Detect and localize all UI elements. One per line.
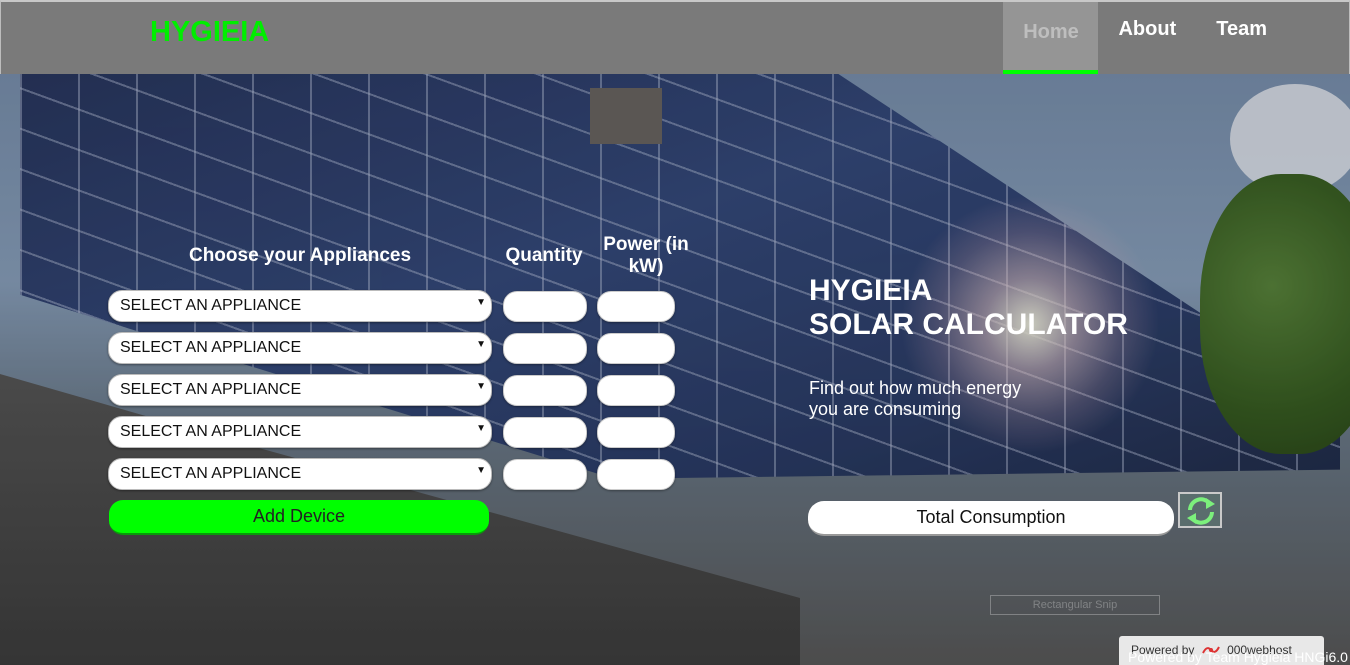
top-navbar: HYGIEIA Home About Team (0, 0, 1350, 74)
brand-logo[interactable]: HYGIEIA (150, 16, 269, 49)
title-line-2: SOLAR CALCULATOR (809, 308, 1128, 341)
footer-credit: Powered by Team Hygieia HNGi6.0 (1128, 649, 1348, 665)
quantity-input[interactable] (503, 417, 587, 448)
dropdown-caret-icon: ▼ (476, 423, 486, 434)
nav-home[interactable]: Home (1003, 2, 1099, 74)
appliance-select[interactable]: SELECT AN APPLIANCE ▼ (108, 290, 492, 322)
appliance-select-value: SELECT AN APPLIANCE (120, 297, 302, 314)
dropdown-caret-icon: ▼ (476, 381, 486, 392)
quantity-input[interactable] (503, 291, 587, 322)
nav-team[interactable]: Team (1196, 2, 1287, 74)
appliance-row: SELECT AN APPLIANCE ▼ (108, 458, 678, 490)
subtitle-line-1: Find out how much energy (809, 378, 1022, 398)
title-line-1: HYGIEIA (809, 274, 933, 307)
nav-about[interactable]: About (1098, 2, 1196, 74)
dropdown-caret-icon: ▼ (476, 465, 486, 476)
appliance-select-value: SELECT AN APPLIANCE (120, 465, 302, 482)
dropdown-caret-icon: ▼ (476, 339, 486, 350)
appliance-select-value: SELECT AN APPLIANCE (120, 339, 302, 356)
power-input[interactable] (597, 417, 675, 448)
appliance-select[interactable]: SELECT AN APPLIANCE ▼ (108, 332, 492, 364)
page-title: HYGIEIA SOLAR CALCULATOR (809, 274, 1128, 342)
nav-links: Home About Team (1003, 2, 1287, 74)
quantity-header: Quantity (505, 245, 583, 266)
appliance-row: SELECT AN APPLIANCE ▼ (108, 290, 678, 322)
appliance-row: SELECT AN APPLIANCE ▼ (108, 374, 678, 406)
appliance-select[interactable]: SELECT AN APPLIANCE ▼ (108, 374, 492, 406)
appliance-row: SELECT AN APPLIANCE ▼ (108, 416, 678, 448)
power-input[interactable] (597, 291, 675, 322)
appliance-select-value: SELECT AN APPLIANCE (120, 423, 302, 440)
snip-watermark: Rectangular Snip (990, 595, 1160, 615)
power-input[interactable] (597, 333, 675, 364)
appliances-header: Choose your Appliances (188, 245, 412, 266)
appliance-row: SELECT AN APPLIANCE ▼ (108, 332, 678, 364)
refresh-button[interactable] (1178, 492, 1222, 528)
total-consumption-button[interactable]: Total Consumption (808, 501, 1174, 536)
power-header: Power (in kW) (603, 234, 689, 277)
add-device-button[interactable]: Add Device (109, 500, 489, 535)
refresh-icon (1187, 497, 1215, 525)
power-input[interactable] (597, 459, 675, 490)
subtitle-line-2: you are consuming (809, 399, 962, 419)
hero-background-image (0, 74, 1350, 665)
page-subtitle: Find out how much energy you are consumi… (809, 378, 1039, 420)
dark-overlay (0, 74, 1350, 665)
quantity-input[interactable] (503, 459, 587, 490)
appliance-select[interactable]: SELECT AN APPLIANCE ▼ (108, 458, 492, 490)
quantity-input[interactable] (503, 375, 587, 406)
power-input[interactable] (597, 375, 675, 406)
appliance-select-value: SELECT AN APPLIANCE (120, 381, 302, 398)
dropdown-caret-icon: ▼ (476, 297, 486, 308)
quantity-input[interactable] (503, 333, 587, 364)
appliance-select[interactable]: SELECT AN APPLIANCE ▼ (108, 416, 492, 448)
